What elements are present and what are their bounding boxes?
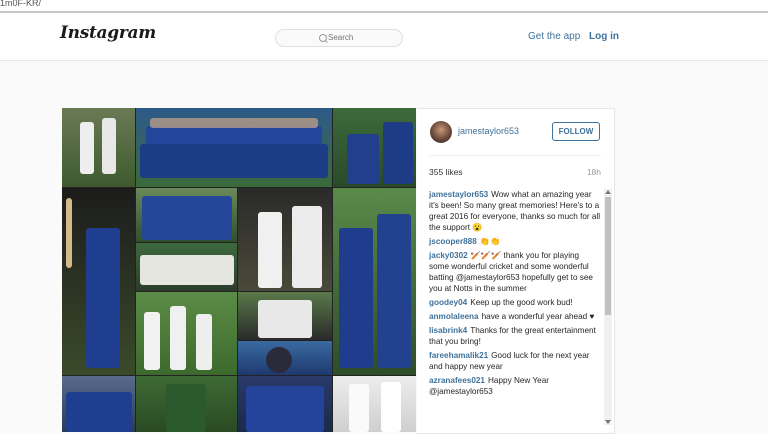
comment-item: lisabrink4 Thanks for the great entertain… (429, 325, 601, 347)
comment-text: have a wonderful year ahead ♥ (481, 312, 595, 321)
collage-tile (62, 188, 135, 375)
collage-tile (136, 376, 237, 432)
top-navigation: Instagram Get the app Log in (0, 13, 768, 61)
collage-tile (238, 341, 332, 375)
browser-url-bar[interactable]: 1m0F-KR/ (0, 0, 768, 13)
comment-item: jamestaylor653 Wow what an amazing year i… (429, 189, 601, 233)
comment-username[interactable]: anmolaleena (429, 312, 479, 321)
get-app-link[interactable]: Get the app (528, 31, 580, 42)
comment-text: Keep up the good work bud! (470, 298, 573, 307)
collage-tile (62, 108, 135, 187)
scroll-down-arrow-icon[interactable] (605, 420, 611, 424)
comment-username[interactable]: azranafees021 (429, 376, 485, 385)
divider (429, 155, 601, 156)
comment-text: 👏👏 (479, 237, 501, 246)
collage-tile (136, 292, 237, 375)
comment-item: azranafees021 Happy New Year @jamestaylor… (429, 375, 601, 397)
comment-item: goodey04 Keep up the good work bud! (429, 297, 601, 308)
collage-tile (333, 108, 416, 187)
comment-item: jacky0302 🏏🏏🏏 thank you for playing some … (429, 250, 601, 294)
collage-tile (238, 292, 332, 340)
comment-item: fareehamalik21 Good luck for the next yea… (429, 350, 601, 372)
comment-item: anmolaleena have a wonderful year ahead ♥ (429, 311, 601, 322)
follow-button[interactable]: FOLLOW (552, 122, 600, 141)
instagram-logo[interactable]: Instagram (60, 23, 156, 43)
comment-username[interactable]: jacky0302 (429, 251, 468, 260)
login-link[interactable]: Log in (589, 31, 619, 42)
collage-tile (62, 376, 135, 432)
comment-username[interactable]: jamestaylor653 (429, 190, 488, 199)
comment-username[interactable]: lisabrink4 (429, 326, 467, 335)
comment-username[interactable]: jscooper888 (429, 237, 477, 246)
collage-tile (238, 376, 332, 432)
avatar[interactable] (430, 121, 452, 143)
post-age: 18h (586, 167, 601, 177)
url-text: 1m0F-KR/ (0, 0, 42, 8)
collage-tile (136, 188, 237, 242)
scroll-up-arrow-icon[interactable] (605, 190, 611, 194)
scrollbar-thumb[interactable] (605, 197, 611, 315)
comment-username[interactable]: fareehamalik21 (429, 351, 488, 360)
collage-tile (238, 188, 332, 291)
collage-tile (333, 188, 416, 375)
comments-list[interactable]: jamestaylor653 Wow what an amazing year i… (429, 189, 601, 425)
collage-tile (333, 376, 416, 432)
search-input[interactable] (328, 31, 398, 44)
comment-item: jscooper888 👏👏 (429, 236, 601, 247)
likes-count[interactable]: 355 likes (429, 167, 463, 177)
search-icon (319, 34, 327, 42)
post-username[interactable]: jamestaylor653 (458, 126, 519, 136)
search-box[interactable] (275, 29, 403, 47)
collage-tile (136, 243, 237, 291)
collage-tile (136, 108, 332, 187)
post-details-panel: jamestaylor653 FOLLOW 355 likes 18h jame… (417, 108, 615, 434)
post-photo-collage[interactable] (62, 108, 416, 432)
comment-username[interactable]: goodey04 (429, 298, 467, 307)
comments-scrollbar[interactable] (604, 189, 612, 425)
